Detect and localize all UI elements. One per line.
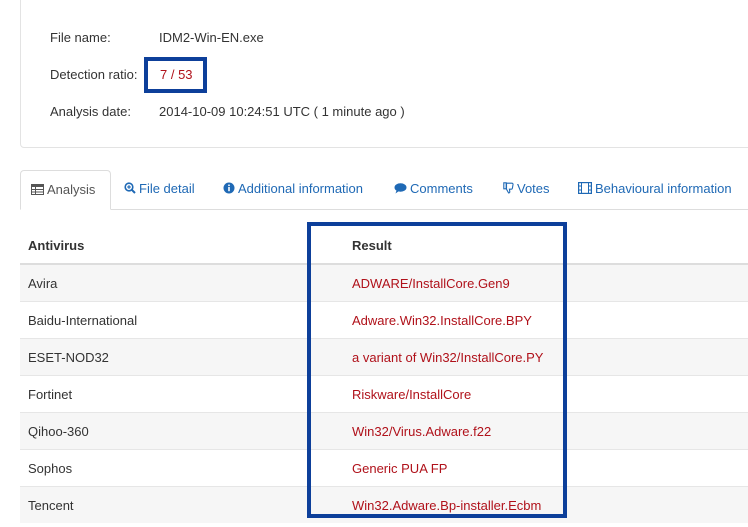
detection-ratio-value: 7 / 53 — [160, 67, 193, 82]
tab-analysis-label: Analysis — [47, 182, 96, 197]
antivirus-name: Baidu-International — [20, 301, 344, 339]
tab-behavioural-information[interactable]: Behavioural information — [568, 170, 742, 209]
tab-votes[interactable]: Votes — [493, 170, 560, 209]
table-row: Fortinet Riskware/InstallCore — [20, 375, 748, 413]
column-header-antivirus: Antivirus — [20, 228, 344, 265]
table-row: Sophos Generic PUA FP — [20, 449, 748, 487]
antivirus-name: Avira — [20, 263, 344, 302]
detection-result: Generic PUA FP — [344, 449, 748, 487]
info-circle-icon — [223, 182, 235, 194]
tab-behavioural-information-label: Behavioural information — [595, 181, 732, 196]
tab-votes-label: Votes — [517, 181, 550, 196]
table-row: Qihoo-360 Win32/Virus.Adware.f22 — [20, 412, 748, 450]
column-header-result: Result — [344, 228, 748, 265]
speech-bubble-icon — [394, 183, 407, 194]
table-row: Avira ADWARE/InstallCore.Gen9 — [20, 263, 748, 302]
tab-analysis[interactable]: Analysis — [20, 170, 111, 210]
table-header-row: Antivirus Result — [20, 228, 748, 265]
table-row: ESET-NOD32 a variant of Win32/InstallCor… — [20, 338, 748, 376]
thumbs-down-icon — [503, 182, 514, 194]
detection-result: a variant of Win32/InstallCore.PY — [344, 338, 748, 376]
file-name-label: File name: — [50, 30, 111, 45]
magnifier-plus-icon — [124, 182, 136, 194]
table-row: Tencent Win32.Adware.Bp-installer.Ecbm — [20, 486, 748, 523]
tab-file-detail[interactable]: File detail — [114, 170, 205, 209]
table-icon — [31, 184, 44, 195]
tab-additional-information-label: Additional information — [238, 181, 364, 196]
detection-ratio-label: Detection ratio: — [50, 67, 138, 82]
film-icon — [578, 182, 593, 195]
antivirus-name: Qihoo-360 — [20, 412, 344, 450]
tab-comments[interactable]: Comments — [384, 170, 483, 209]
analysis-date-value: 2014-10-09 10:24:51 UTC ( 1 minute ago ) — [159, 104, 405, 119]
detection-result: Adware.Win32.InstallCore.BPY — [344, 301, 748, 339]
antivirus-results-table: Antivirus Result Avira ADWARE/InstallCor… — [20, 228, 748, 523]
tab-file-detail-label: File detail — [139, 181, 195, 196]
antivirus-name: ESET-NOD32 — [20, 338, 344, 376]
detection-result: Win32.Adware.Bp-installer.Ecbm — [344, 486, 748, 523]
file-info-panel: File name: IDM2-Win-EN.exe Detection rat… — [20, 0, 748, 148]
analysis-date-label: Analysis date: — [50, 104, 131, 119]
table-row: Baidu-International Adware.Win32.Install… — [20, 301, 748, 339]
detection-result: Win32/Virus.Adware.f22 — [344, 412, 748, 450]
tab-bar: Analysis File detail Additional informat… — [20, 170, 748, 210]
antivirus-name: Tencent — [20, 486, 344, 523]
tab-additional-information[interactable]: Additional information — [213, 170, 373, 209]
detection-result: ADWARE/InstallCore.Gen9 — [344, 263, 748, 302]
tab-comments-label: Comments — [410, 181, 473, 196]
detection-result: Riskware/InstallCore — [344, 375, 748, 413]
antivirus-name: Fortinet — [20, 375, 344, 413]
antivirus-name: Sophos — [20, 449, 344, 487]
file-name-value: IDM2-Win-EN.exe — [159, 30, 264, 45]
